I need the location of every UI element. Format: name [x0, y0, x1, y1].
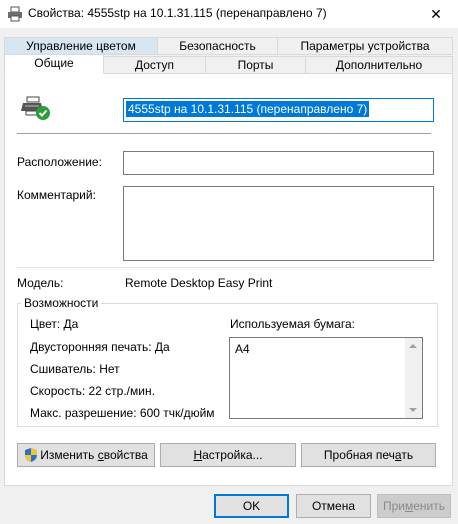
comment-label: Комментарий:: [17, 188, 96, 202]
tab-label: Общие: [34, 56, 74, 70]
cancel-button[interactable]: Отмена: [296, 494, 371, 518]
printer-name-value: 4555stp на 10.1.31.115 (перенаправлено 7…: [126, 101, 370, 117]
title-bar: Свойства: 4555stp на 10.1.31.115 (перена…: [0, 0, 458, 28]
change-properties-label: Изменить свойства: [40, 448, 148, 462]
window-title: Свойства: 4555stp на 10.1.31.115 (перена…: [28, 6, 327, 20]
tab-advanced[interactable]: Дополнительно: [305, 56, 453, 74]
print-test-page-label: Пробная печать: [323, 448, 414, 462]
scroll-down-icon[interactable]: [409, 408, 417, 412]
printer-name-input[interactable]: 4555stp на 10.1.31.115 (перенаправлено 7…: [123, 98, 434, 122]
ok-label: OK: [242, 499, 261, 513]
general-tab-panel: 4555stp на 10.1.31.115 (перенаправлено 7…: [4, 73, 453, 486]
model-value: Remote Desktop Easy Print: [125, 276, 273, 290]
apply-button[interactable]: Применить: [377, 494, 451, 518]
properties-dialog: Свойства: 4555stp на 10.1.31.115 (перена…: [0, 0, 458, 524]
printing-preferences-label: Настройка...: [193, 448, 263, 462]
paper-item[interactable]: A4: [235, 342, 250, 356]
scroll-up-icon[interactable]: [409, 344, 417, 348]
feature-resolution: Макс. разрешение: 600 тчк/дюйм: [30, 406, 215, 420]
close-icon: ✕: [430, 5, 442, 22]
feature-speed: Скорость: 22 стр./мин.: [30, 384, 155, 398]
paper-label: Используемая бумага:: [230, 317, 355, 331]
tab-label: Порты: [237, 58, 274, 72]
tab-label: Доступ: [134, 58, 175, 72]
uac-shield-icon: [24, 447, 38, 463]
paper-list-scrollbar[interactable]: [405, 338, 422, 418]
change-properties-button[interactable]: Изменить свойства: [17, 443, 155, 467]
tab-sharing[interactable]: Доступ: [103, 56, 206, 74]
divider: [17, 267, 431, 268]
cancel-label: Отмена: [311, 499, 356, 513]
tab-general[interactable]: Общие: [4, 54, 104, 74]
tab-color-management[interactable]: Управление цветом: [4, 37, 158, 55]
location-label: Расположение:: [17, 155, 102, 169]
print-test-page-button[interactable]: Пробная печать: [301, 443, 436, 467]
tab-label: Управление цветом: [26, 39, 136, 53]
comment-textarea[interactable]: [123, 186, 434, 261]
model-label: Модель:: [17, 276, 64, 290]
close-button[interactable]: ✕: [414, 0, 458, 28]
feature-staple: Сшиватель: Нет: [30, 362, 120, 376]
printer-default-check-icon: [21, 95, 51, 121]
tab-device-settings[interactable]: Параметры устройства: [277, 37, 453, 55]
tab-ports[interactable]: Порты: [205, 56, 306, 74]
printing-preferences-button[interactable]: Настройка...: [160, 443, 296, 467]
paper-listbox[interactable]: A4: [229, 337, 423, 419]
tab-label: Параметры устройства: [300, 39, 430, 53]
tab-label: Дополнительно: [335, 58, 423, 72]
printer-icon: [7, 6, 23, 22]
divider: [17, 133, 431, 134]
features-title: Возможности: [21, 296, 102, 310]
ok-button[interactable]: OK: [214, 494, 289, 518]
feature-color: Цвет: Да: [30, 317, 79, 331]
tab-security[interactable]: Безопасность: [157, 37, 278, 55]
location-input[interactable]: [123, 151, 434, 175]
apply-label: Применить: [382, 499, 446, 513]
feature-duplex: Двусторонняя печать: Да: [30, 340, 170, 354]
tab-label: Безопасность: [179, 39, 256, 53]
